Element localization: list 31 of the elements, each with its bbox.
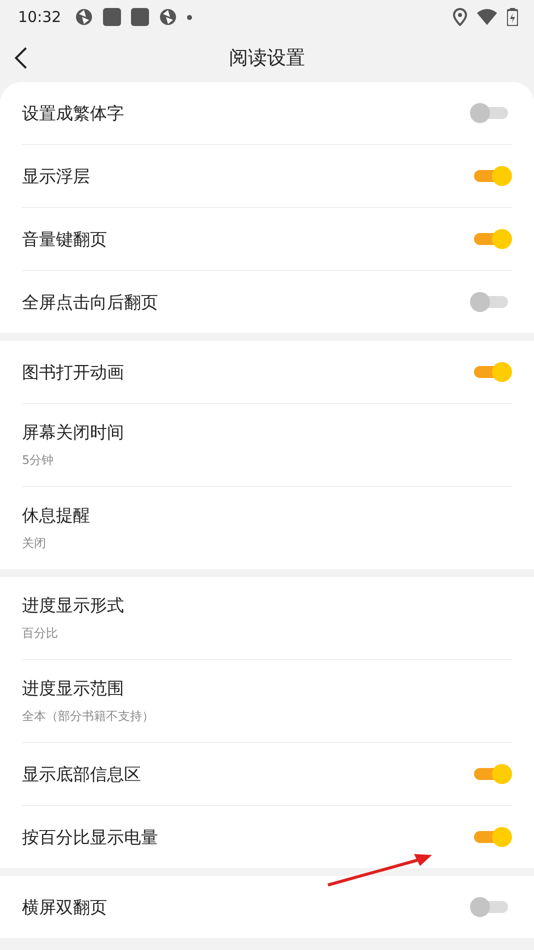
setting-label: 音量键翻页 [22,228,107,250]
setting-label: 设置成繁体字 [22,102,124,124]
setting-value: 关闭 [22,535,47,552]
setting-label: 进度显示形式 [22,595,124,617]
back-icon[interactable] [14,47,28,69]
setting-label: 图书打开动画 [22,362,124,384]
setting-label: 显示底部信息区 [22,764,141,786]
setting-value: 5分钟 [22,452,55,469]
app-icon [103,8,122,26]
setting-value: 全本（部分书籍不支持） [22,708,154,725]
location-icon [453,8,467,26]
setting-label: 横屏双翻页 [22,896,107,918]
battery-icon [507,8,518,26]
setting-label: 休息提醒 [22,505,90,527]
setting-value: 百分比 [22,625,59,642]
setting-label: 显示浮层 [22,166,90,188]
setting-label: 进度显示范围 [22,678,125,700]
dot-icon [187,14,192,20]
setting-item[interactable]: 休息提醒 关闭 [22,487,512,569]
setting-label: 全屏点击向后翻页 [22,292,158,314]
wifi-icon [477,9,497,25]
app-icon [131,8,150,26]
app-icon [75,8,94,26]
status-time: 10:32 [18,8,62,26]
page-title: 阅读设置 [229,46,305,71]
app-icon [159,8,178,26]
setting-label: 屏幕关闭时间 [22,422,124,444]
setting-item[interactable]: 进度显示形式 百分比 [22,577,512,660]
setting-item[interactable]: 屏幕关闭时间 5分钟 [22,404,512,487]
setting-label: 按百分比显示电量 [22,826,158,848]
setting-item[interactable]: 进度显示范围 全本（部分书籍不支持） [22,660,512,743]
